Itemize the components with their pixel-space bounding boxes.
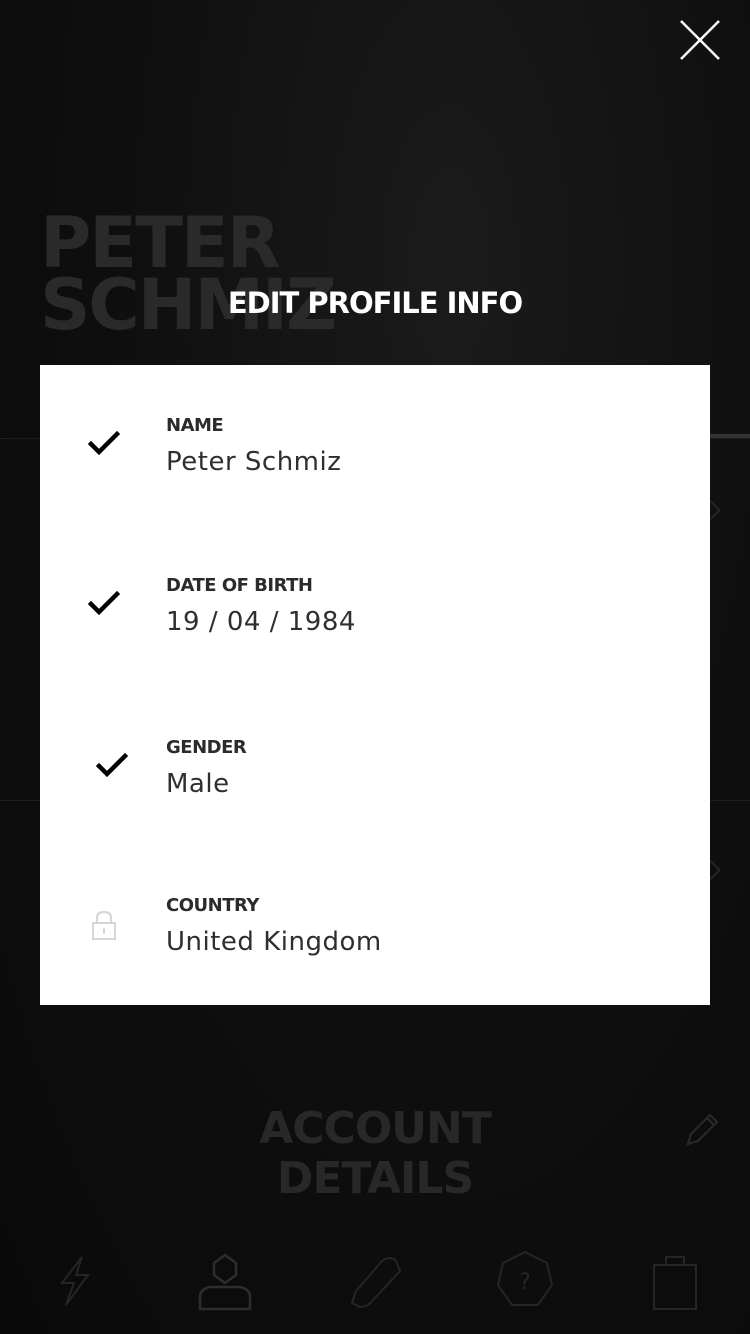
checkmark-icon xyxy=(87,430,121,456)
bottom-tab-bar: ? xyxy=(0,1240,750,1320)
name-value[interactable]: Peter Schmiz xyxy=(166,447,666,477)
tab-help[interactable]: ? xyxy=(485,1245,565,1315)
field-label: NAME xyxy=(166,415,224,436)
country-value: United Kingdom xyxy=(166,927,382,957)
shopping-bag-icon xyxy=(653,1256,697,1310)
background-section-title: ACCOUNT DETAILS xyxy=(259,1103,492,1204)
modal-title: EDIT PROFILE INFO xyxy=(227,286,523,320)
date-of-birth-value[interactable]: 19 / 04 / 1984 xyxy=(166,607,666,637)
tab-lightning[interactable] xyxy=(35,1245,115,1315)
name-field[interactable]: NAME Peter Schmiz xyxy=(40,415,710,535)
gender-field[interactable]: GENDER Male xyxy=(40,737,710,857)
lightning-icon xyxy=(59,1256,90,1306)
date-of-birth-field[interactable]: DATE OF BIRTH 19 / 04 / 1984 xyxy=(40,575,710,695)
field-label: COUNTRY xyxy=(166,895,259,916)
lock-icon xyxy=(92,910,116,940)
field-label: GENDER xyxy=(166,737,247,758)
gender-value[interactable]: Male xyxy=(166,769,666,799)
profile-info-card: NAME Peter Schmiz DATE OF BIRTH 19 / 04 … xyxy=(40,365,710,1005)
country-field: COUNTRY United Kingdom xyxy=(40,895,710,1015)
background-tab-indicator xyxy=(705,434,750,438)
checkmark-icon xyxy=(95,752,129,778)
tab-shoe[interactable] xyxy=(335,1245,415,1315)
pencil-icon xyxy=(686,1113,719,1146)
user-icon xyxy=(198,1253,252,1311)
svg-text:?: ? xyxy=(519,1270,531,1295)
tab-shop[interactable] xyxy=(635,1245,715,1315)
shoe-icon xyxy=(350,1257,402,1309)
field-label: DATE OF BIRTH xyxy=(166,575,313,596)
checkmark-icon xyxy=(87,590,121,616)
close-icon[interactable] xyxy=(676,16,724,64)
tab-profile[interactable] xyxy=(185,1245,265,1315)
help-icon: ? xyxy=(496,1250,554,1306)
